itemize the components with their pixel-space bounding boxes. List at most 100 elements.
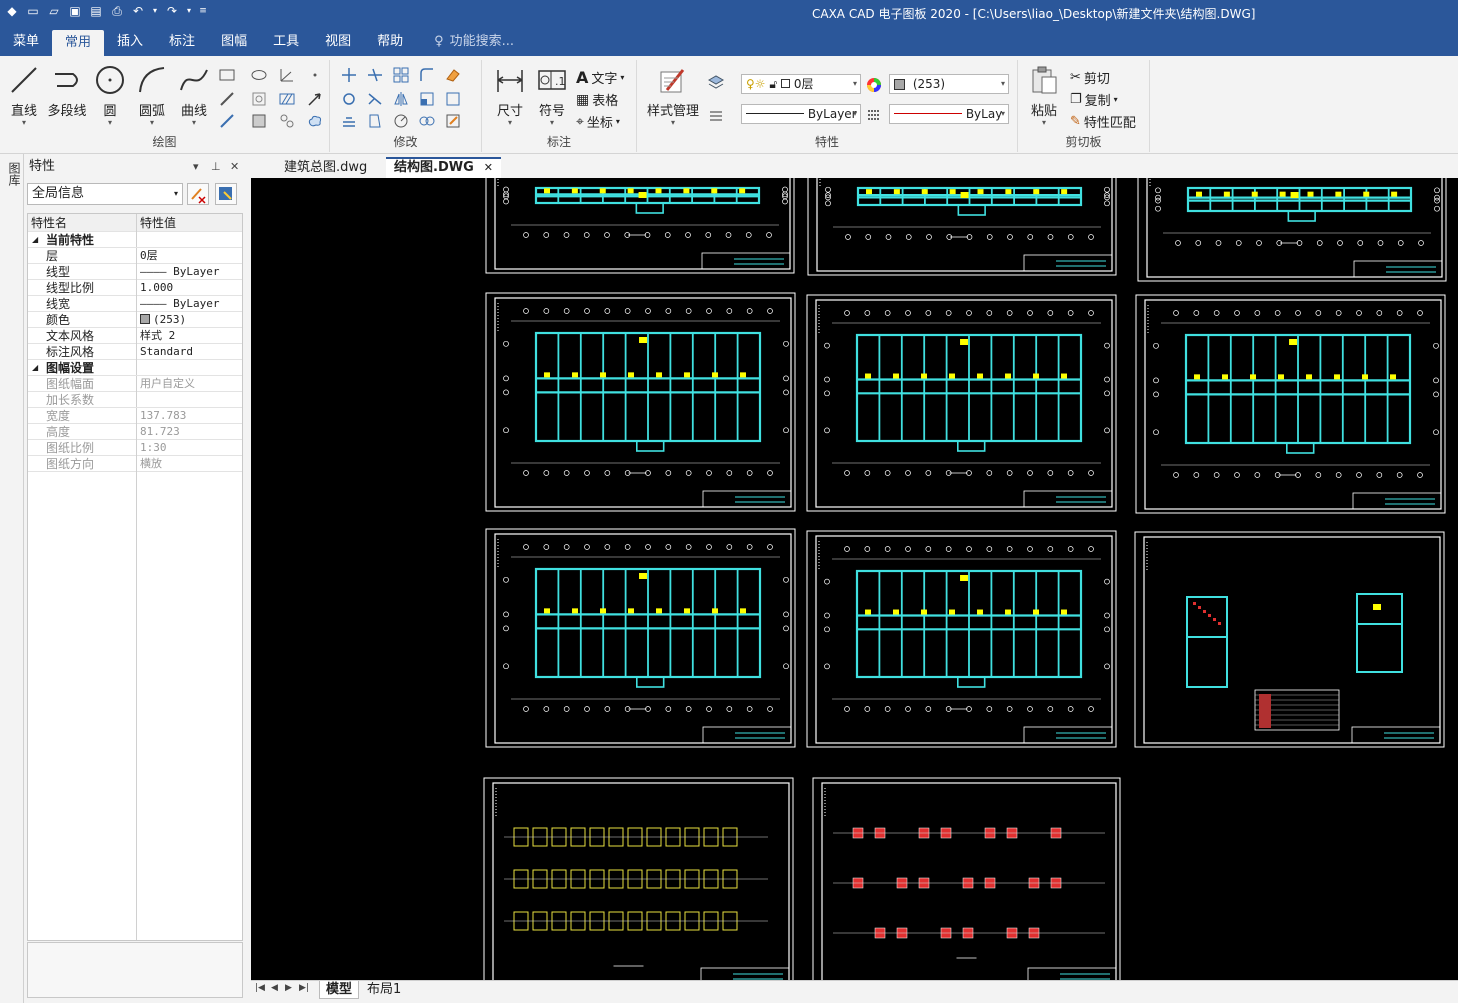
rectangle-icon[interactable] bbox=[218, 66, 236, 84]
tab-common[interactable]: 常用 bbox=[52, 30, 105, 56]
drawing-area[interactable] bbox=[251, 178, 1458, 980]
close-icon[interactable]: ✕ bbox=[230, 154, 239, 180]
property-value[interactable]: 样式 2 bbox=[136, 328, 244, 344]
tab-close-icon[interactable]: ✕ bbox=[484, 161, 493, 174]
symbol-button[interactable]: .1 符号 ▾ bbox=[534, 64, 570, 127]
save-all-icon[interactable]: ▤ bbox=[88, 3, 104, 19]
point-icon[interactable] bbox=[306, 66, 324, 84]
property-row[interactable]: 高度 81.723 bbox=[28, 424, 242, 440]
property-row[interactable]: 颜色 (253) bbox=[28, 312, 242, 328]
copy-button[interactable]: ❐ 复制 ▾ bbox=[1070, 90, 1118, 109]
property-value[interactable]: ———— ByLayer bbox=[136, 264, 244, 280]
linewidth-combo[interactable]: ByLay ▾ bbox=[889, 104, 1009, 124]
chamfer-icon[interactable] bbox=[392, 112, 410, 130]
layer-manager-icon[interactable] bbox=[707, 74, 725, 92]
property-value[interactable]: ———— ByLayer bbox=[136, 296, 244, 312]
line-button[interactable]: 直线 ▾ bbox=[6, 64, 42, 127]
trim-icon[interactable] bbox=[366, 66, 384, 84]
spline-node-icon[interactable] bbox=[278, 112, 296, 130]
style-manager-button[interactable]: 样式管理 ▾ bbox=[643, 64, 703, 127]
property-row[interactable]: 图纸幅面 用户自定义 bbox=[28, 376, 242, 392]
curve-button[interactable]: 曲线 ▾ bbox=[176, 64, 212, 127]
tab-annotate[interactable]: 标注 bbox=[156, 28, 208, 56]
redo-icon[interactable]: ↷ bbox=[164, 3, 180, 19]
property-value[interactable]: Standard bbox=[136, 344, 244, 360]
hole-icon[interactable] bbox=[250, 90, 268, 108]
center-line-icon[interactable] bbox=[218, 90, 236, 108]
circle-button[interactable]: 圆 ▾ bbox=[92, 64, 128, 127]
property-row[interactable]: 图纸比例 1:30 bbox=[28, 440, 242, 456]
property-row[interactable]: 图纸方向 横放 bbox=[28, 456, 242, 472]
tab-insert[interactable]: 插入 bbox=[104, 28, 156, 56]
menu-main[interactable]: 菜单 bbox=[0, 28, 52, 56]
block-icon[interactable] bbox=[250, 112, 268, 130]
customize-qa-icon[interactable]: ≡ bbox=[198, 3, 208, 19]
property-row[interactable]: 宽度 137.783 bbox=[28, 408, 242, 424]
property-value[interactable]: (253) bbox=[136, 312, 244, 328]
extend-icon[interactable] bbox=[366, 90, 384, 108]
move-icon[interactable] bbox=[340, 66, 358, 84]
new-file-icon[interactable]: ▭ bbox=[25, 3, 41, 19]
property-row[interactable]: 加长系数 bbox=[28, 392, 242, 408]
polyline-button[interactable]: 多段线 bbox=[46, 64, 88, 119]
first-tab-icon[interactable]: |◀ bbox=[255, 983, 265, 993]
tab-sheet[interactable]: 图幅 bbox=[208, 28, 260, 56]
arrow-icon[interactable] bbox=[306, 90, 324, 108]
property-row[interactable]: 线型比例 1.000 bbox=[28, 280, 242, 296]
library-tab[interactable]: 图库 bbox=[4, 162, 21, 186]
prev-tab-icon[interactable]: ◀ bbox=[271, 983, 278, 993]
ellipse-icon[interactable] bbox=[250, 66, 268, 84]
property-row[interactable]: 标注风格 Standard bbox=[28, 344, 242, 360]
next-tab-icon[interactable]: ▶ bbox=[285, 983, 292, 993]
table-button[interactable]: ▦ 表格 bbox=[576, 90, 618, 110]
coordinate-button[interactable]: ⌖ 坐标 ▾ bbox=[576, 112, 620, 132]
explode-icon[interactable] bbox=[444, 90, 462, 108]
break-icon[interactable] bbox=[418, 112, 436, 130]
property-row[interactable]: 线宽 ———— ByLayer bbox=[28, 296, 242, 312]
angle-line-icon[interactable] bbox=[278, 66, 296, 84]
tab-layout1[interactable]: 布局1 bbox=[361, 981, 407, 999]
tab-tools[interactable]: 工具 bbox=[260, 28, 312, 56]
property-value[interactable]: 1.000 bbox=[136, 280, 244, 296]
paste-button[interactable]: 粘贴 ▾ bbox=[1026, 64, 1062, 127]
match-properties-button[interactable]: ✎ 特性匹配 bbox=[1070, 112, 1136, 131]
property-section[interactable]: ◢ 当前特性 bbox=[28, 232, 242, 248]
linewidth-icon[interactable] bbox=[865, 106, 883, 124]
hatch-icon[interactable] bbox=[278, 90, 296, 108]
scale-icon[interactable] bbox=[418, 90, 436, 108]
array-icon[interactable] bbox=[392, 66, 410, 84]
property-row[interactable]: 文本风格 样式 2 bbox=[28, 328, 242, 344]
dimension-button[interactable]: 尺寸 ▾ bbox=[492, 64, 528, 127]
tab-help[interactable]: 帮助 bbox=[364, 28, 416, 56]
parallel-line-icon[interactable] bbox=[218, 112, 236, 130]
property-section[interactable]: ◢ 图幅设置 bbox=[28, 360, 242, 376]
stretch-icon[interactable] bbox=[366, 112, 384, 130]
offset-icon[interactable] bbox=[340, 112, 358, 130]
redo-dropdown-icon[interactable]: ▾ bbox=[185, 3, 193, 19]
color-wheel-icon[interactable] bbox=[865, 76, 883, 94]
edit-properties-icon[interactable] bbox=[444, 112, 462, 130]
fillet-icon[interactable] bbox=[418, 66, 436, 84]
drawing-canvas[interactable] bbox=[251, 178, 1458, 980]
print-icon[interactable]: ⎙ bbox=[109, 3, 125, 19]
cut-button[interactable]: ✂ 剪切 bbox=[1070, 68, 1110, 87]
rotate-icon[interactable] bbox=[340, 90, 358, 108]
toggle-pickadd-button[interactable] bbox=[187, 183, 209, 205]
open-file-icon[interactable]: ▱ bbox=[46, 3, 62, 19]
object-selector[interactable]: 全局信息 ▾ bbox=[27, 183, 183, 205]
property-value[interactable]: 0层 bbox=[136, 248, 244, 264]
app-icon[interactable]: ◆ bbox=[4, 3, 20, 19]
tab-structure[interactable]: 结构图.DWG ✕ bbox=[386, 157, 501, 178]
eraser-icon[interactable] bbox=[444, 66, 462, 84]
mirror-icon[interactable] bbox=[392, 90, 410, 108]
pin-icon[interactable]: ⊥ bbox=[211, 154, 221, 180]
text-button[interactable]: A 文字 ▾ bbox=[576, 68, 624, 87]
undo-dropdown-icon[interactable]: ▾ bbox=[151, 3, 159, 19]
tab-view[interactable]: 视图 bbox=[312, 28, 364, 56]
color-combo[interactable]: (253) ▾ bbox=[889, 74, 1009, 94]
panel-dropdown-icon[interactable]: ▾ bbox=[193, 154, 199, 180]
last-tab-icon[interactable]: ▶| bbox=[299, 983, 309, 993]
save-icon[interactable]: ▣ bbox=[67, 3, 83, 19]
layer-combo[interactable]: ♀☼ 🔓︎ 0层 ▾ bbox=[741, 74, 861, 94]
property-row[interactable]: 层 0层 bbox=[28, 248, 242, 264]
